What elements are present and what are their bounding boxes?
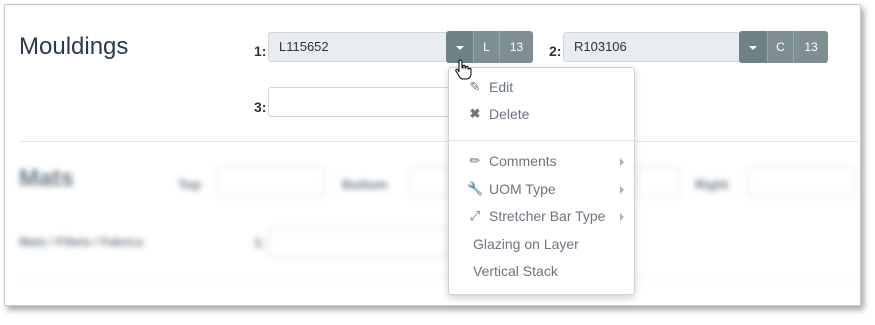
menu-item-label: Delete	[489, 106, 530, 122]
moulding-2-count-button[interactable]: 13	[793, 31, 828, 63]
mats-bottom-input[interactable]	[410, 167, 450, 197]
close-icon: ✖	[469, 106, 481, 121]
moulding-2-dropdown-button[interactable]	[739, 31, 767, 63]
moulding-1-input[interactable]: L115652	[268, 32, 448, 62]
menu-item-stretcher-bar-type[interactable]: ⤢ Stretcher Bar Type	[449, 204, 634, 228]
moulding-context-menu: ✎ Edit ✖ Delete ✏ Comments 🔧 UOM Type ⤢ …	[448, 67, 635, 295]
submenu-arrow-icon	[620, 186, 624, 194]
moulding-2-input[interactable]: R103106	[563, 32, 741, 62]
mats-title: Mats	[19, 165, 74, 192]
mats-right-label: Right	[695, 177, 729, 192]
section-title: Mouldings	[19, 33, 129, 60]
mats-bottom-label: Bottom	[342, 177, 388, 192]
caret-down-icon	[749, 45, 757, 50]
mats-1-input[interactable]	[268, 227, 448, 257]
submenu-arrow-icon	[620, 158, 624, 166]
expand-icon: ⤢	[469, 208, 481, 223]
pencil-icon: ✏	[469, 153, 481, 168]
moulding-1-type-button[interactable]: L	[473, 31, 499, 63]
moulding-1-count-button[interactable]: 13	[499, 31, 533, 63]
mats-top-input[interactable]	[217, 167, 325, 197]
menu-item-edit[interactable]: ✎ Edit	[449, 75, 634, 99]
menu-item-uom-type[interactable]: 🔧 UOM Type	[449, 177, 634, 201]
mats-right-input[interactable]	[747, 167, 855, 197]
menu-item-label: UOM Type	[489, 181, 556, 197]
moulding-2-number: 2:	[549, 43, 562, 59]
submenu-arrow-icon	[620, 213, 624, 221]
menu-divider	[449, 140, 634, 141]
menu-item-delete[interactable]: ✖ Delete	[449, 102, 634, 126]
menu-item-label: Edit	[489, 79, 514, 95]
menu-item-vertical-stack[interactable]: Vertical Stack	[449, 259, 634, 283]
menu-item-label: Stretcher Bar Type	[489, 208, 606, 224]
hand-cursor-icon	[455, 59, 472, 80]
moulding-3-input[interactable]	[268, 87, 468, 117]
moulding-3-number: 3:	[254, 99, 267, 115]
caret-down-icon	[455, 45, 464, 50]
mats-number: 1:	[254, 235, 266, 250]
wrench-icon: 🔧	[467, 181, 484, 196]
menu-item-comments[interactable]: ✏ Comments	[449, 149, 634, 173]
moulding-2-type-button[interactable]: C	[767, 31, 793, 63]
mats-fillets-label: Mats / Fillets / Fabrics	[19, 235, 144, 249]
section-divider-2	[19, 277, 859, 278]
menu-item-label: Vertical Stack	[473, 263, 558, 279]
menu-item-label: Glazing on Layer	[473, 236, 579, 252]
menu-item-glazing-on-layer[interactable]: Glazing on Layer	[449, 232, 634, 256]
mats-left-input[interactable]	[635, 167, 680, 197]
moulding-1-number: 1:	[254, 43, 267, 59]
mats-top-label: Top	[178, 177, 201, 192]
menu-item-label: Comments	[489, 153, 557, 169]
screenshot-frame: Mouldings 1: L115652 L 13 2: R103106 C 1…	[4, 4, 861, 306]
section-divider	[19, 141, 859, 142]
